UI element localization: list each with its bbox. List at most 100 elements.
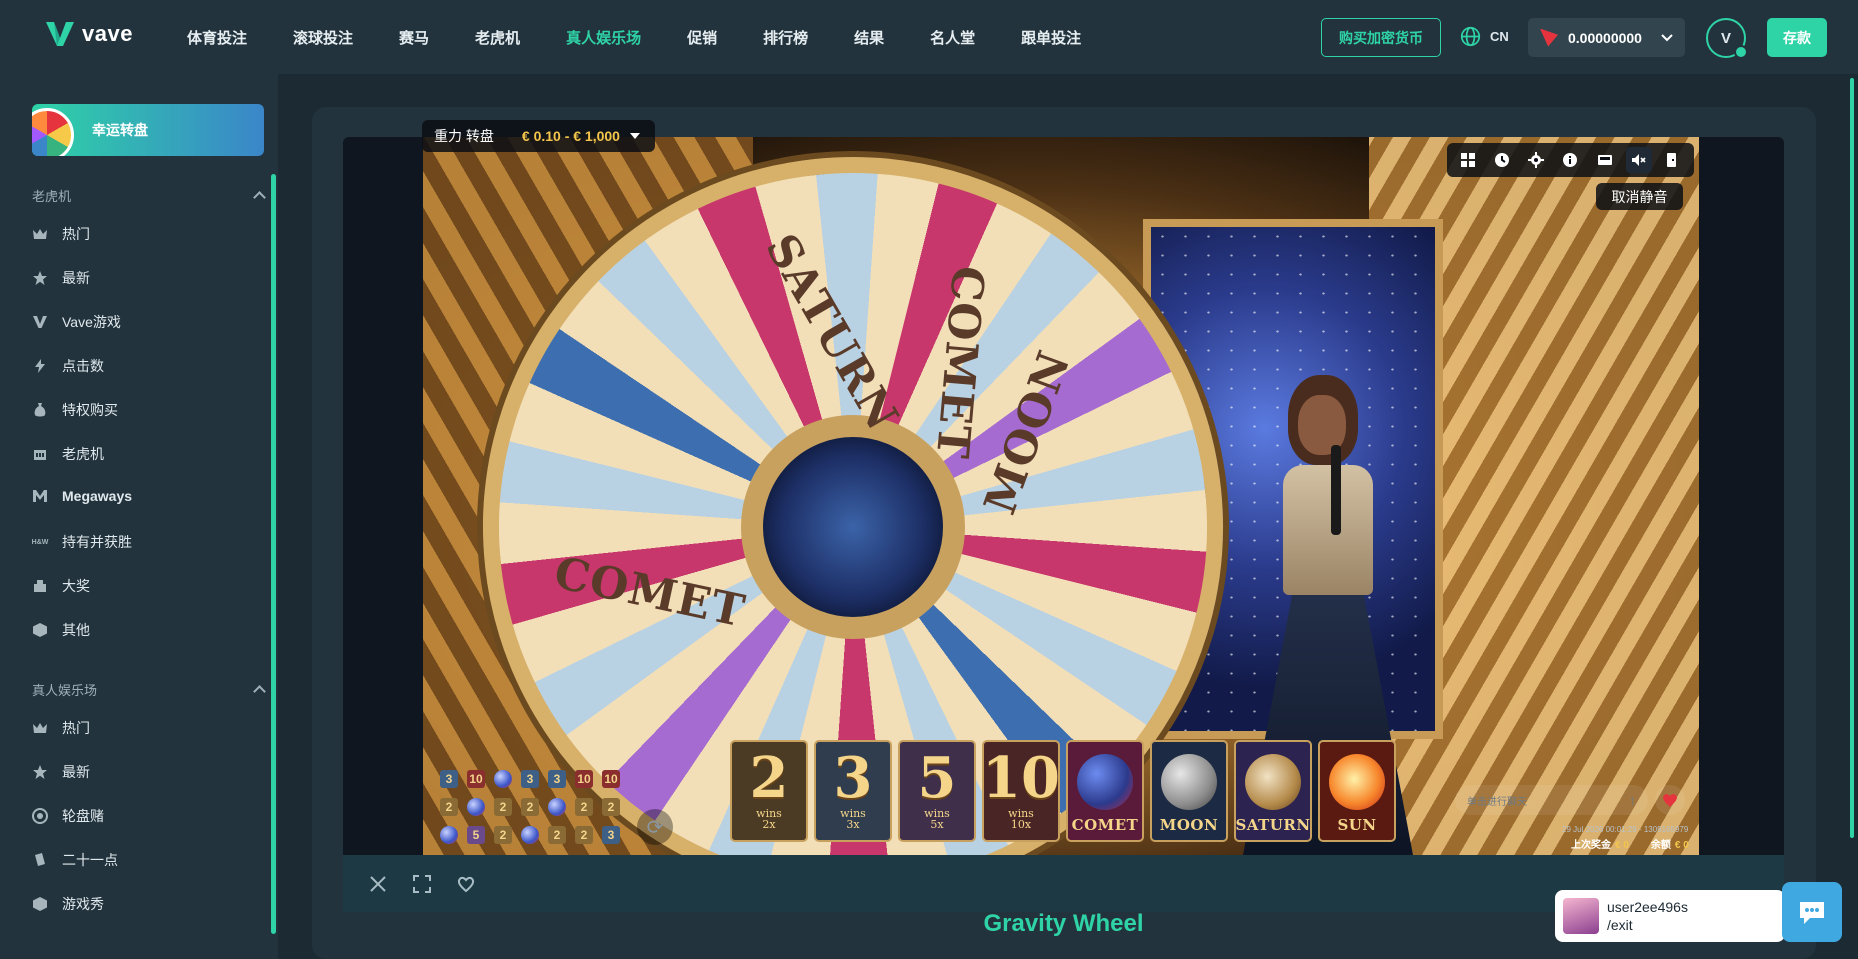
sidebar-item-live-newest[interactable]: 最新 xyxy=(32,762,90,782)
nav-live-betting[interactable]: 滚球投注 xyxy=(293,27,353,48)
sidebar-item-other[interactable]: 其他 xyxy=(32,620,90,640)
close-icon[interactable] xyxy=(367,873,389,895)
exit-door-icon[interactable] xyxy=(1660,147,1686,173)
nav-live-casino[interactable]: 真人娱乐场 xyxy=(566,27,641,48)
settings-gear-icon[interactable] xyxy=(1523,147,1549,173)
sidebar-item-label: Megaways xyxy=(62,488,133,504)
user-avatar[interactable]: V xyxy=(1706,18,1748,59)
section-slots-header[interactable]: 老虎机 xyxy=(32,186,266,205)
user-session-card[interactable]: user2ee496s /exit xyxy=(1555,890,1785,942)
lucky-wheel-label: 幸运转盘 xyxy=(92,122,148,138)
sidebar-scrollbar[interactable] xyxy=(271,174,276,934)
unmute-button[interactable]: 取消静音 xyxy=(1596,183,1683,210)
history-result: 10 xyxy=(467,770,485,788)
sidebar-item-newest[interactable]: 最新 xyxy=(32,268,90,288)
vave-icon xyxy=(32,314,48,330)
last-win: 上次奖金 € 0 xyxy=(1571,840,1629,851)
bet-spot-2[interactable]: 2 wins 2x xyxy=(730,740,808,842)
sidebar-item-label: 特权购买 xyxy=(62,402,118,418)
heart-icon xyxy=(1663,794,1677,807)
history-result: 3 xyxy=(440,770,458,788)
sidebar-item-megaways[interactable]: Megaways xyxy=(32,488,132,504)
history-result: 2 xyxy=(548,826,566,844)
nav-results[interactable]: 结果 xyxy=(854,27,884,48)
top-header: vave 体育投注 滚球投注 赛马 老虎机 真人娱乐场 促销 排行榜 结果 名人… xyxy=(0,0,1858,74)
sidebar-item-popular[interactable]: 热门 xyxy=(32,224,90,244)
support-chat-button[interactable] xyxy=(1782,882,1842,942)
sidebar-item-live-popular[interactable]: 热门 xyxy=(32,718,90,738)
moon-icon xyxy=(1161,754,1217,810)
language-code: CN xyxy=(1490,29,1509,44)
sidebar-item-jackpot[interactable]: 大奖 xyxy=(32,576,90,596)
sidebar-item-label: 最新 xyxy=(62,764,90,780)
crown-icon xyxy=(32,226,48,242)
crown-icon xyxy=(32,720,48,736)
nav-promotions[interactable]: 促销 xyxy=(687,27,717,48)
lucky-wheel-banner[interactable]: 幸运转盘 xyxy=(32,104,264,156)
bet-limits: € 0.10 - € 1,000 xyxy=(521,128,620,144)
globe-icon xyxy=(1460,26,1481,47)
nav-slots[interactable]: 老虎机 xyxy=(475,27,520,48)
send-arrow-icon[interactable]: ↑ xyxy=(1629,792,1636,808)
bet-spot-comet[interactable]: COMET xyxy=(1066,740,1144,842)
fullscreen-icon[interactable] xyxy=(411,873,433,895)
saturn-icon xyxy=(1245,754,1301,810)
history-result: 2 xyxy=(575,826,593,844)
nav-horse-racing[interactable]: 赛马 xyxy=(399,27,429,48)
sidebar-item-blackjack[interactable]: 二十一点 xyxy=(32,850,118,870)
dice-icon xyxy=(32,896,48,912)
bet-spot-moon[interactable]: MOON xyxy=(1150,740,1228,842)
chat-input[interactable]: 单击进行聊天 ↑ xyxy=(1455,785,1648,815)
sidebar-item-label: 二十一点 xyxy=(62,852,118,868)
sidebar-item-vave-games[interactable]: Vave游戏 xyxy=(32,312,121,332)
sidebar-item-slots[interactable]: 老虎机 xyxy=(32,444,104,464)
bet-spots: 2 wins 2x 3 wins 3x 5 wins 5x 10 wins 10… xyxy=(730,740,1396,842)
sidebar-item-label: 点击数 xyxy=(62,358,104,374)
deposit-button[interactable]: 存款 xyxy=(1767,18,1827,57)
sound-muted-icon[interactable] xyxy=(1625,147,1652,173)
video-quality-icon[interactable] xyxy=(1592,147,1618,173)
favorite-heart-icon[interactable] xyxy=(455,873,477,895)
tron-icon xyxy=(1540,28,1558,47)
language-selector[interactable]: CN xyxy=(1460,26,1509,47)
wallet-balance: 0.00000000 xyxy=(1568,29,1642,46)
history-result: 2 xyxy=(494,798,512,816)
chevron-up-icon[interactable] xyxy=(253,685,266,698)
avatar-letter: V xyxy=(1720,29,1731,47)
bet-spot-5[interactable]: 5 wins 5x xyxy=(898,740,976,842)
game-info-pill[interactable]: 重力 转盘 € 0.10 - € 1,000 xyxy=(422,120,655,152)
sidebar-item-hits[interactable]: 点击数 xyxy=(32,356,104,376)
game-overlay-name: 重力 转盘 xyxy=(434,128,494,144)
bet-spot-10[interactable]: 10 wins 10x xyxy=(982,740,1060,842)
sidebar-item-roulette[interactable]: 轮盘赌 xyxy=(32,806,104,826)
nav-leaderboard[interactable]: 排行榜 xyxy=(763,27,808,48)
like-button[interactable] xyxy=(1655,785,1685,815)
page-scrollbar[interactable] xyxy=(1850,78,1854,838)
chevron-up-icon[interactable] xyxy=(253,191,266,204)
bet-spot-sun[interactable]: SUN xyxy=(1318,740,1396,842)
nav-hall-of-fame[interactable]: 名人堂 xyxy=(930,27,975,48)
history-result: 2 xyxy=(494,826,512,844)
history-result: 3 xyxy=(548,770,566,788)
sidebar-item-bonus-buy[interactable]: 特权购买 xyxy=(32,400,118,420)
buy-crypto-button[interactable]: 购买加密货币 xyxy=(1321,18,1441,57)
nav-sports[interactable]: 体育投注 xyxy=(187,27,247,48)
lobby-grid-icon[interactable] xyxy=(1455,147,1481,173)
caret-down-icon[interactable] xyxy=(629,133,640,139)
refresh-icon[interactable]: ⟳ xyxy=(637,809,673,845)
sidebar-item-game-shows[interactable]: 游戏秀 xyxy=(32,894,104,914)
info-icon[interactable] xyxy=(1557,147,1583,173)
exit-command[interactable]: /exit xyxy=(1607,916,1688,934)
nav-copy-betting[interactable]: 跟单投注 xyxy=(1021,27,1081,48)
cards-icon xyxy=(32,852,48,868)
sidebar-item-hold-and-win[interactable]: H&W 持有并获胜 xyxy=(32,532,132,552)
history-result: 2 xyxy=(575,798,593,816)
vave-logo-icon xyxy=(46,22,74,46)
wallet-selector[interactable]: 0.00000000 xyxy=(1528,18,1685,57)
vave-logo[interactable]: vave xyxy=(44,18,133,50)
section-live-casino-header[interactable]: 真人娱乐场 xyxy=(32,680,266,699)
history-clock-icon[interactable] xyxy=(1489,147,1515,173)
history-special-icon xyxy=(440,826,458,844)
bet-spot-saturn[interactable]: SATURN xyxy=(1234,740,1312,842)
bet-spot-3[interactable]: 3 wins 3x xyxy=(814,740,892,842)
